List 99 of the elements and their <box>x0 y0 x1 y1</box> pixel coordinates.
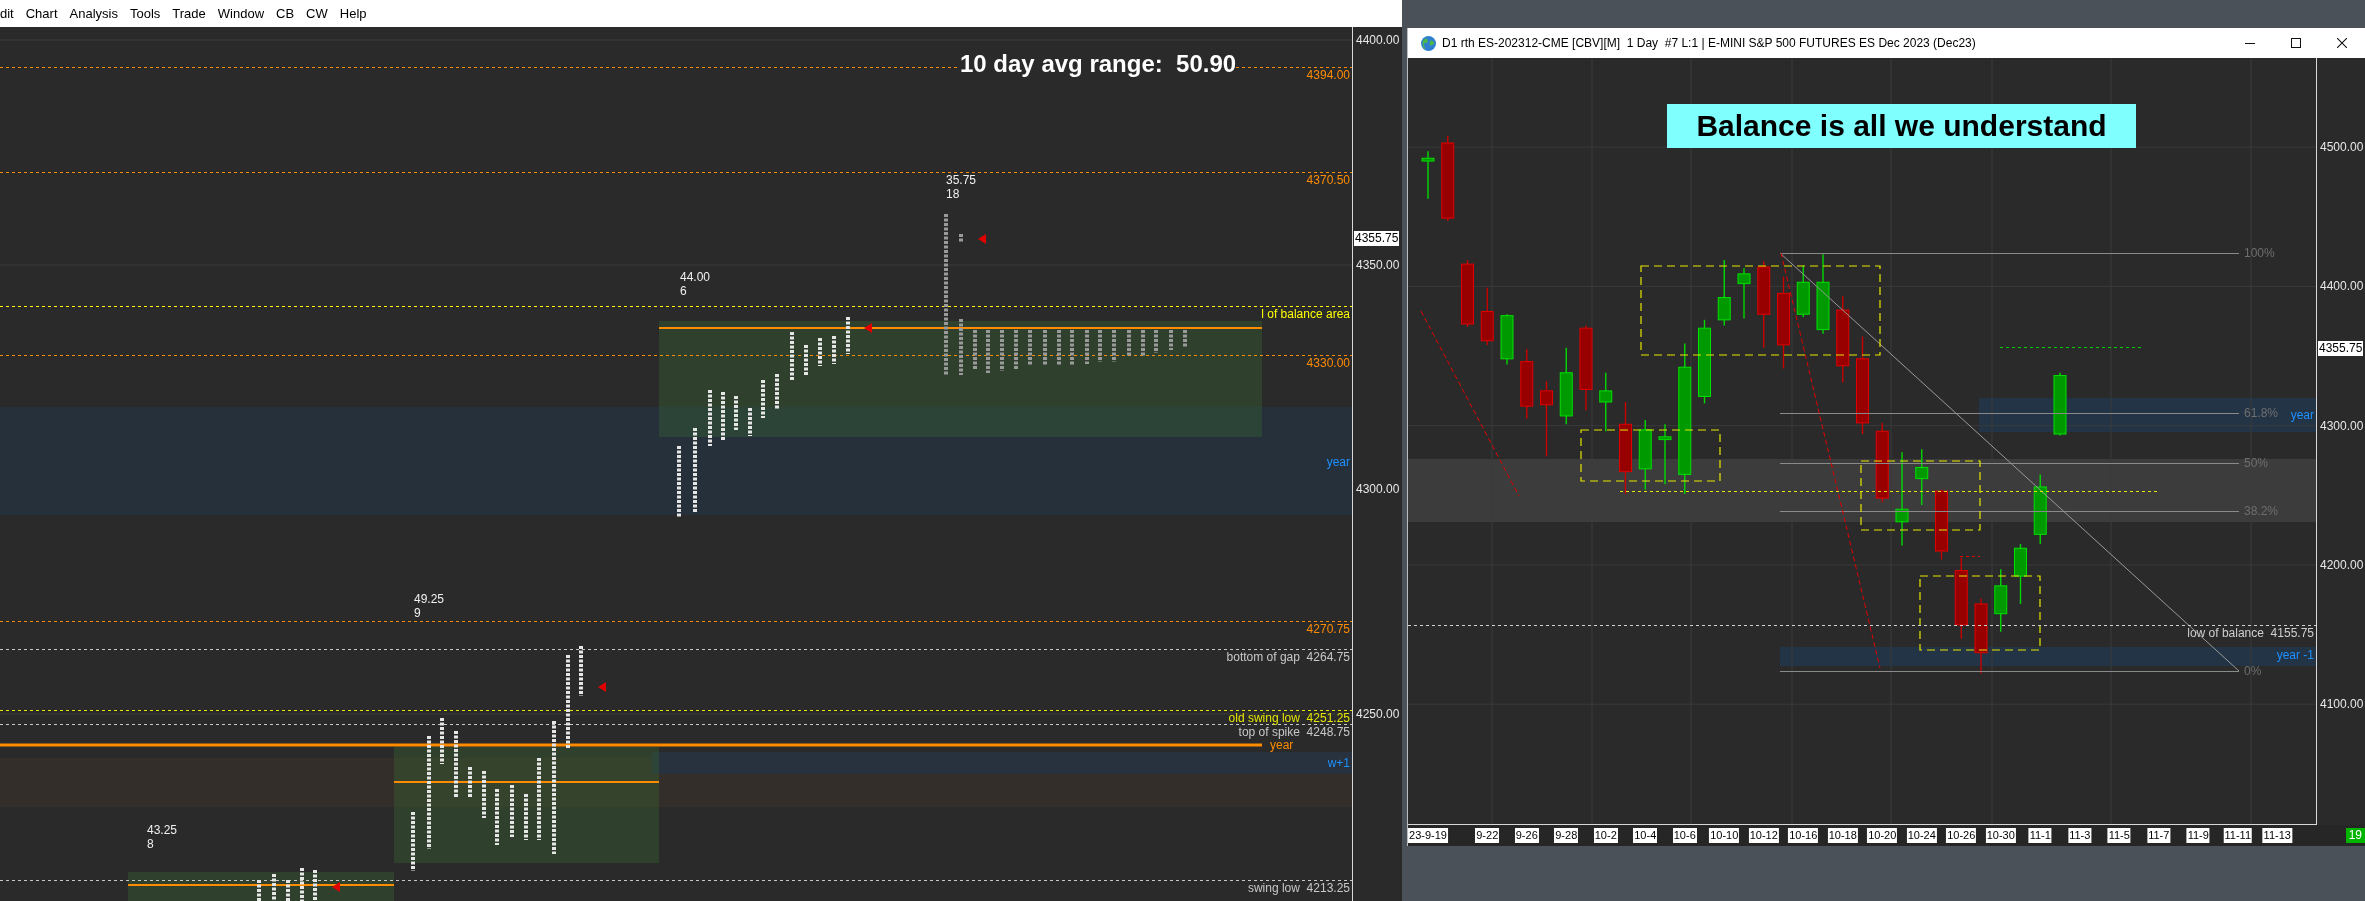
candle <box>2033 473 2047 545</box>
zone-label: year <box>1326 456 1350 468</box>
price-level-label: old swing low 4251.25 <box>1228 712 1350 724</box>
date-axis-label: 9-28 <box>1554 828 1579 843</box>
price-axis-label: 4300.00 <box>1356 482 1400 496</box>
candle <box>1915 448 1929 506</box>
profile-range-label: 49.25 <box>414 593 445 605</box>
menu-item[interactable]: CB <box>270 0 301 27</box>
profile-range-label: 44.00 <box>680 271 711 283</box>
candle <box>1658 423 1672 485</box>
price-level-label: low of balance 4155.75 <box>2187 627 2314 639</box>
price-level-label: 4270.75 <box>1306 623 1350 635</box>
price-axis-label: 4400.00 <box>2320 279 2364 294</box>
date-axis-label: 10-12 <box>1748 828 1779 843</box>
price-level-label: bottom of gap 4264.75 <box>1226 651 1350 663</box>
price-level-label: swing low 4213.25 <box>1247 882 1350 894</box>
profile-range-label: 35.75 <box>946 174 977 186</box>
date-axis-label: 10-10 <box>1709 828 1740 843</box>
globe-icon <box>1421 35 1436 51</box>
menu-item[interactable]: CW <box>300 0 334 27</box>
candle <box>1994 568 2008 633</box>
fibonacci-level-label: 61.8% <box>2244 407 2279 419</box>
triangle-marker-icon <box>978 234 986 244</box>
profile-count-label: 6 <box>680 285 687 297</box>
date-axis-label: 10-26 <box>1946 828 1977 843</box>
price-axis-label: 4100.00 <box>2320 697 2364 712</box>
date-axis-label: 10-20 <box>1867 828 1898 843</box>
price-level-label: 4394.00 <box>1306 69 1350 81</box>
date-axis-label: 11-13 <box>2262 828 2292 843</box>
date-axis-label: 10-18 <box>1827 828 1858 843</box>
date-axis-label: 23-9-19 <box>1408 828 1448 843</box>
zone-label: year -1 <box>2276 649 2314 661</box>
price-axis-label: 4250.00 <box>1356 707 1400 721</box>
candle <box>1796 264 1810 318</box>
candle <box>1638 419 1652 491</box>
profile-count-label: 8 <box>147 838 154 850</box>
candle <box>1461 259 1474 328</box>
triangle-marker-icon <box>598 682 606 692</box>
fibonacci-level-label: 0% <box>2244 665 2262 677</box>
menu-item[interactable]: Analysis <box>63 0 124 27</box>
menu-item[interactable]: Trade <box>166 0 212 27</box>
price-axis-label: 4350.00 <box>1356 258 1400 272</box>
candle <box>1599 372 1613 432</box>
triangle-marker-icon <box>864 323 872 333</box>
candle <box>1935 489 1948 561</box>
chart-banner: Balance is all we understand <box>1667 104 2136 148</box>
candle <box>2053 372 2067 437</box>
market-profile-drawing <box>257 868 317 901</box>
date-axis-label: 11-11 <box>2223 828 2252 843</box>
date-axis-label: 10-6 <box>1672 828 1697 843</box>
minimize-icon <box>2245 42 2255 44</box>
candle <box>2014 543 2027 605</box>
menu-item[interactable]: Window <box>211 0 271 27</box>
date-axis-label: 11-9 <box>2186 828 2210 843</box>
last-price-label: 4355.75 <box>1354 231 1400 246</box>
candle <box>1520 348 1534 420</box>
menu-item[interactable]: Chart <box>19 0 64 27</box>
date-axis-label: 10-4 <box>1633 828 1658 843</box>
last-price-label: 4355.75 <box>2318 341 2364 356</box>
price-axis-label: 4400.00 <box>1356 33 1400 47</box>
fibonacci-level-label: 100% <box>2244 247 2275 259</box>
date-axis-label: 10-16 <box>1788 828 1819 843</box>
price-axis-label: 4500.00 <box>2320 140 2364 155</box>
price-level-label: 4370.50 <box>1306 174 1350 186</box>
date-axis-label: 10-24 <box>1906 828 1937 843</box>
menu-item[interactable]: dit <box>0 0 20 27</box>
date-axis-label: 11-1 <box>2028 828 2052 843</box>
window-title: D1 rth ES-202312-CME [CBV][M] 1 Day #7 L:1 | E-MINI S&P 500 FUTURES ES Dec 2023 (Dec23) <box>1442 36 1976 50</box>
candle <box>1421 150 1435 200</box>
date-axis-label: 11-5 <box>2107 828 2131 843</box>
dashed-level-line <box>1959 556 1981 557</box>
date-axis-label: 10-30 <box>1985 828 2016 843</box>
candle <box>1480 287 1494 346</box>
menu-item[interactable]: Tools <box>123 0 167 27</box>
price-level-label: 4330.00 <box>1306 357 1350 369</box>
zone-label: year <box>2290 409 2314 421</box>
profile-range-label: 43.25 <box>147 824 178 836</box>
zone-label: w+1 <box>1327 757 1350 769</box>
triangle-marker-icon <box>332 882 340 892</box>
maximize-icon <box>2291 38 2301 48</box>
menu-item[interactable]: Help <box>333 0 373 27</box>
date-axis-label: 10-2 <box>1593 828 1618 843</box>
profile-count-label: 9 <box>414 607 421 619</box>
price-level-label: top of spike 4248.75 <box>1238 726 1350 738</box>
price-axis-label: 4300.00 <box>2320 418 2364 433</box>
candle <box>1500 313 1514 366</box>
close-icon <box>2337 38 2347 48</box>
price-axis-label: 4200.00 <box>2320 557 2364 572</box>
date-axis-label: 9-26 <box>1514 828 1539 843</box>
price-level-label: l of balance area <box>1261 308 1350 320</box>
profile-count-label: 18 <box>946 188 960 200</box>
price-level-label: year <box>1270 739 1294 751</box>
corner-badge: 19 <box>2345 828 2365 843</box>
date-axis-label: 11-3 <box>2068 828 2092 843</box>
candle <box>1737 267 1751 320</box>
fibonacci-level-label: 50% <box>2244 457 2269 469</box>
date-axis-label: 9-22 <box>1475 828 1500 843</box>
candle <box>1717 259 1731 327</box>
date-axis-label: 11-7 <box>2147 828 2171 843</box>
